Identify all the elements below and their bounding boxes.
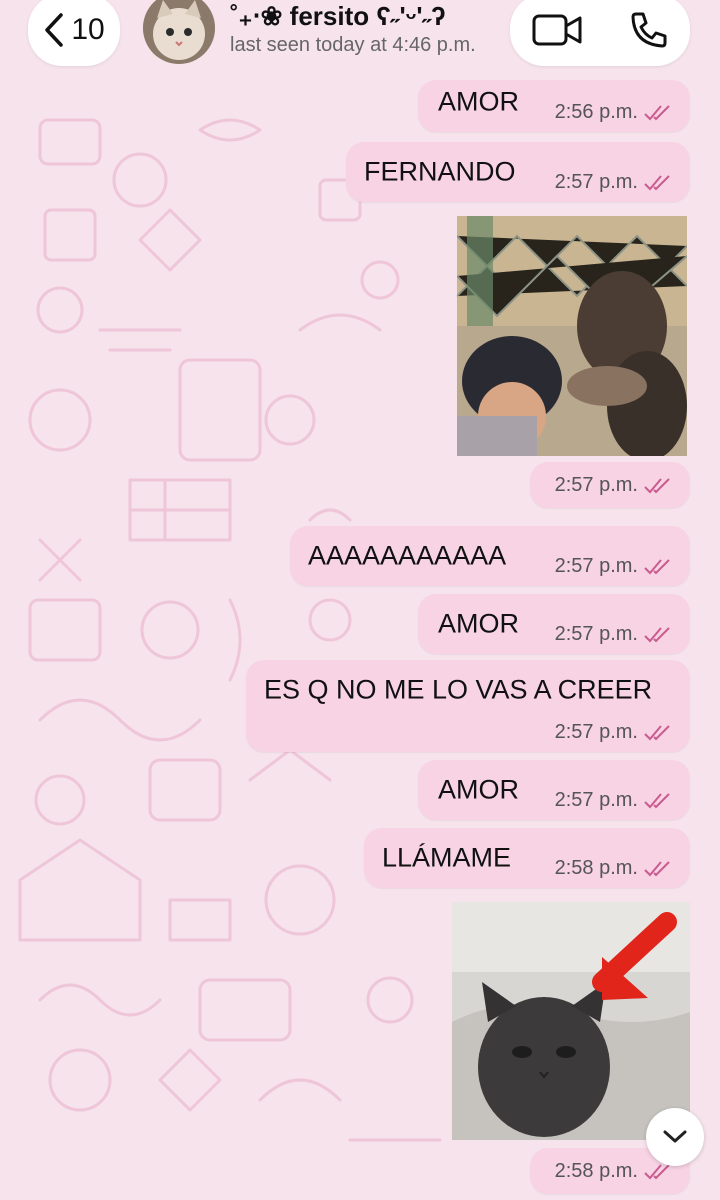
chevron-down-icon: [663, 1130, 687, 1143]
message-meta: 2:56 p.m.: [555, 101, 672, 124]
photo-image: [457, 216, 687, 456]
message-meta: 2:57 p.m.: [555, 555, 672, 578]
video-camera-icon[interactable]: [532, 13, 584, 47]
message-time: 2:56 p.m.: [554, 101, 638, 123]
message-text: AMOR: [438, 608, 519, 639]
message-time: 2:58 p.m.: [554, 1160, 638, 1182]
message-bubble[interactable]: LLÁMAME 2:58 p.m.: [364, 828, 690, 888]
message-time: 2:58 p.m.: [554, 857, 638, 879]
message-text: FERNANDO: [364, 156, 516, 187]
read-receipt-icon: [644, 477, 670, 493]
message-meta: 2:58 p.m.: [555, 857, 672, 880]
message-bubble[interactable]: AMOR 2:57 p.m.: [418, 760, 690, 820]
message-meta: 2:57 p.m.: [555, 171, 672, 194]
chevron-left-icon: [45, 13, 64, 47]
message-text: AMOR: [438, 86, 519, 117]
message-meta: 2:57 p.m.: [555, 623, 672, 646]
message-bubble[interactable]: ES Q NO ME LO VAS A CREER 2:57 p.m.: [246, 660, 690, 752]
read-receipt-icon: [644, 1163, 670, 1179]
image-message-cat-arrow[interactable]: [452, 902, 690, 1140]
read-receipt-icon: [644, 104, 670, 120]
phone-icon[interactable]: [628, 10, 668, 50]
read-receipt-icon: [644, 724, 670, 740]
message-time: 2:57 p.m.: [554, 623, 638, 645]
message-meta: 2:58 p.m.: [555, 1160, 672, 1183]
contact-name: ˚₊‧❀ fersito ʕ˶'ᵕ'˶ʔ: [230, 1, 446, 31]
message-text: ES Q NO ME LO VAS A CREER: [264, 674, 653, 705]
read-receipt-icon: [644, 558, 670, 574]
contact-info[interactable]: ˚₊‧❀ fersito ʕ˶'ᵕ'˶ʔ last seen today at …: [230, 0, 476, 58]
read-receipt-icon: [644, 174, 670, 190]
message-bubble[interactable]: AAAAAAAAAAA 2:57 p.m.: [290, 526, 690, 586]
image-message-boy-monkey[interactable]: [457, 216, 687, 456]
scroll-to-bottom-button[interactable]: [646, 1108, 704, 1166]
message-meta: 2:57 p.m.: [555, 789, 672, 812]
read-receipt-icon: [644, 626, 670, 642]
message-meta: 2:57 p.m.: [555, 474, 672, 497]
message-time: 2:57 p.m.: [554, 171, 638, 193]
read-receipt-icon: [644, 792, 670, 808]
message-bubble[interactable]: AMOR 2:57 p.m.: [418, 594, 690, 654]
image-caption-bubble: 2:57 p.m.: [530, 462, 690, 508]
back-button[interactable]: 10: [28, 0, 120, 66]
last-seen-status: last seen today at 4:46 p.m.: [230, 34, 476, 56]
message-bubble[interactable]: FERNANDO 2:57 p.m.: [346, 142, 690, 202]
message-time: 2:57 p.m.: [554, 555, 638, 577]
message-meta: 2:57 p.m.: [555, 721, 672, 744]
message-time: 2:57 p.m.: [554, 474, 638, 496]
message-text: AMOR: [438, 774, 519, 805]
unread-count: 10: [71, 13, 105, 46]
message-text: AAAAAAAAAAA: [308, 540, 507, 571]
message-bubble[interactable]: AMOR 2:56 p.m.: [418, 80, 690, 132]
message-time: 2:57 p.m.: [554, 721, 638, 743]
message-time: 2:57 p.m.: [554, 789, 638, 811]
message-text: LLÁMAME: [382, 842, 512, 873]
read-receipt-icon: [644, 860, 670, 876]
photo-image: [452, 902, 690, 1140]
call-actions: [510, 0, 690, 66]
